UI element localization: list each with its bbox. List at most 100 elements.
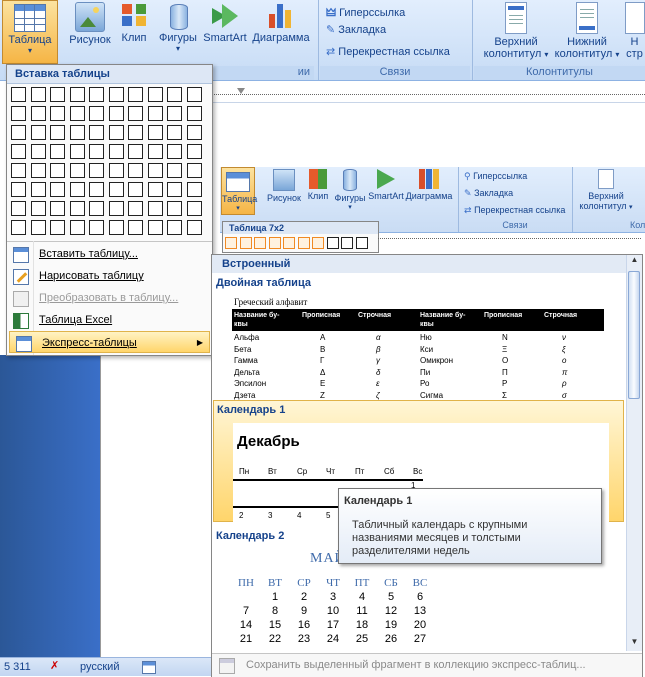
table-grid-cell[interactable] bbox=[186, 106, 202, 121]
table-grid-cell[interactable] bbox=[341, 237, 353, 249]
table-grid-cell[interactable] bbox=[89, 144, 104, 159]
table-grid-cell[interactable] bbox=[50, 163, 65, 178]
table-grid-cell[interactable] bbox=[11, 144, 26, 159]
inner-clip-button[interactable]: Клип bbox=[304, 169, 332, 201]
table-grid-cell[interactable] bbox=[89, 182, 104, 197]
table-grid-cell[interactable] bbox=[30, 220, 46, 235]
footer-button[interactable]: Нижний колонтитул ▾ bbox=[552, 2, 622, 60]
table-grid-cell[interactable] bbox=[128, 163, 143, 178]
table-grid-cell[interactable] bbox=[128, 125, 143, 140]
table-button[interactable]: Таблица ▾ bbox=[2, 0, 58, 64]
table-grid-cell[interactable] bbox=[147, 144, 163, 159]
table-grid-cell[interactable] bbox=[167, 220, 182, 235]
scroll-down-icon[interactable]: ▼ bbox=[627, 637, 642, 651]
table-grid-cell[interactable] bbox=[167, 201, 182, 216]
table-grid-cell[interactable] bbox=[297, 237, 310, 249]
table-grid-cell[interactable] bbox=[11, 87, 26, 102]
inner-chart-button[interactable]: Диаграмма bbox=[404, 169, 454, 201]
table-grid-cell[interactable] bbox=[186, 182, 202, 197]
inner-header-button[interactable]: Верхний колонтитул ▾ bbox=[576, 169, 636, 211]
table-grid-cell[interactable] bbox=[11, 106, 26, 121]
macro-icon[interactable] bbox=[142, 661, 156, 674]
bookmark-button[interactable]: ✎ Закладка bbox=[326, 23, 386, 36]
table-grid-cell[interactable] bbox=[128, 87, 143, 102]
table-grid-cell[interactable] bbox=[50, 182, 65, 197]
table-grid-cell[interactable] bbox=[30, 163, 46, 178]
table-grid-cell[interactable] bbox=[147, 201, 163, 216]
table-grid-cell[interactable] bbox=[11, 201, 26, 216]
table-grid-cell[interactable] bbox=[69, 87, 85, 102]
horizontal-ruler[interactable] bbox=[211, 88, 645, 103]
table-grid-cell[interactable] bbox=[69, 125, 85, 140]
inner-shapes-button[interactable]: Фигуры ▾ bbox=[332, 169, 368, 211]
table-grid-cell[interactable] bbox=[108, 106, 124, 121]
table-grid-cell[interactable] bbox=[147, 125, 163, 140]
table-grid-cell[interactable] bbox=[89, 220, 104, 235]
table-grid-cell[interactable] bbox=[312, 237, 324, 249]
table-grid-cell[interactable] bbox=[69, 106, 85, 121]
draw-table-item[interactable]: Нарисовать таблицу bbox=[7, 265, 217, 287]
table-grid-cell[interactable] bbox=[186, 125, 202, 140]
table-grid-cell[interactable] bbox=[108, 87, 124, 102]
table-grid-cell[interactable] bbox=[30, 125, 46, 140]
table-grid-cell[interactable] bbox=[268, 237, 281, 249]
spellcheck-icon[interactable]: ✗ bbox=[50, 659, 59, 672]
table-grid-cell[interactable] bbox=[186, 163, 202, 178]
table-grid-cell[interactable] bbox=[108, 182, 124, 197]
table-size-grid[interactable] bbox=[11, 87, 206, 239]
table-grid-cell[interactable] bbox=[186, 201, 202, 216]
table-grid-cell[interactable] bbox=[30, 144, 46, 159]
scroll-thumb[interactable] bbox=[628, 271, 640, 399]
inner-picture-button[interactable]: Рисунок bbox=[264, 169, 304, 203]
table-grid-cell[interactable] bbox=[108, 220, 124, 235]
table-grid-cell[interactable] bbox=[186, 87, 202, 102]
table-grid-cell[interactable] bbox=[186, 220, 202, 235]
table-grid-cell[interactable] bbox=[254, 237, 266, 249]
page-count[interactable]: 5 311 bbox=[4, 661, 31, 673]
picture-button[interactable]: Рисунок bbox=[66, 2, 114, 46]
table-grid-cell[interactable] bbox=[108, 144, 124, 159]
table-grid-cell[interactable] bbox=[30, 106, 46, 121]
table-grid-cell[interactable] bbox=[89, 87, 104, 102]
table-grid-cell[interactable] bbox=[89, 163, 104, 178]
table-grid-cell[interactable] bbox=[167, 125, 182, 140]
table-grid-cell[interactable] bbox=[147, 163, 163, 178]
save-selection-item[interactable]: Сохранить выделенный фрагмент в коллекци… bbox=[212, 653, 642, 677]
table-grid-cell[interactable] bbox=[30, 87, 46, 102]
table-grid-cell[interactable] bbox=[50, 144, 65, 159]
table-grid-cell[interactable] bbox=[147, 106, 163, 121]
table-grid-cell[interactable] bbox=[128, 220, 143, 235]
table-grid-cell[interactable] bbox=[186, 144, 202, 159]
inner-table-button[interactable]: Таблица ▾ bbox=[221, 167, 257, 215]
table-grid-cell[interactable] bbox=[89, 201, 104, 216]
table-grid-cell[interactable] bbox=[89, 106, 104, 121]
table-grid-cell[interactable] bbox=[50, 125, 65, 140]
table-grid-cell[interactable] bbox=[167, 182, 182, 197]
table-grid-cell[interactable] bbox=[283, 237, 295, 249]
table-grid-cell[interactable] bbox=[167, 106, 182, 121]
table-grid-cell[interactable] bbox=[50, 87, 65, 102]
excel-table-item[interactable]: Таблица Excel bbox=[7, 309, 217, 331]
table-grid-cell[interactable] bbox=[167, 87, 182, 102]
indent-marker-icon[interactable] bbox=[237, 88, 245, 94]
shapes-button[interactable]: Фигуры ▾ bbox=[154, 2, 202, 53]
table-grid-cell[interactable] bbox=[50, 106, 65, 121]
inner-table-size-grid[interactable] bbox=[225, 237, 375, 249]
inner-crossref-button[interactable]: ⇄ Перекрестная ссылка bbox=[464, 205, 565, 216]
table-grid-cell[interactable] bbox=[128, 182, 143, 197]
table-grid-cell[interactable] bbox=[69, 144, 85, 159]
table-grid-cell[interactable] bbox=[128, 201, 143, 216]
language-indicator[interactable]: русский bbox=[80, 661, 119, 673]
table-grid-cell[interactable] bbox=[167, 144, 182, 159]
inner-hyperlink-button[interactable]: ⚲ Гиперссылка bbox=[464, 171, 527, 182]
table-grid-cell[interactable] bbox=[11, 163, 26, 178]
double-table-preview[interactable]: Греческий алфавит Название бу-квы Прописн… bbox=[232, 295, 608, 400]
table-grid-cell[interactable] bbox=[50, 201, 65, 216]
hyperlink-button[interactable]: 🜲 Гиперссылка bbox=[326, 1, 405, 23]
table-grid-cell[interactable] bbox=[89, 125, 104, 140]
table-grid-cell[interactable] bbox=[30, 201, 46, 216]
table-grid-cell[interactable] bbox=[128, 106, 143, 121]
chart-button[interactable]: Диаграмма bbox=[250, 2, 312, 44]
table-grid-cell[interactable] bbox=[147, 87, 163, 102]
table-grid-cell[interactable] bbox=[225, 237, 237, 249]
